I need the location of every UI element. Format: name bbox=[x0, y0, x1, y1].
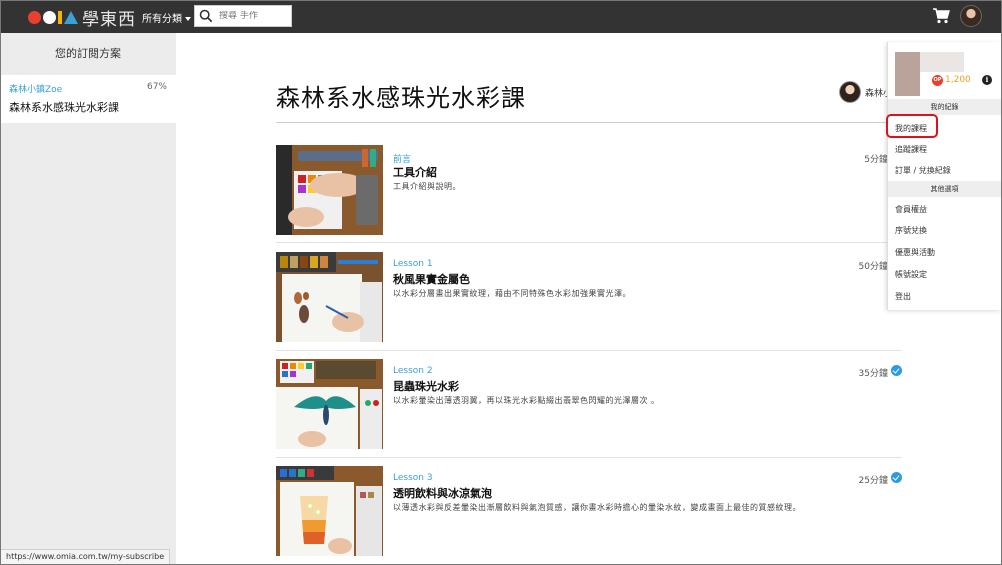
info-icon[interactable]: i bbox=[982, 75, 992, 85]
lesson-duration: 50分鐘 bbox=[858, 262, 888, 272]
lesson-name[interactable]: 工具介紹 bbox=[393, 164, 437, 180]
lesson-description: 工具介紹與說明。 bbox=[393, 182, 461, 191]
top-navbar: 學東西 所有分類 bbox=[0, 0, 1002, 33]
lesson-name[interactable]: 昆蟲珠光水彩 bbox=[393, 378, 459, 394]
lesson-thumbnail[interactable] bbox=[276, 359, 383, 449]
menu-item-promotions[interactable]: 優惠與活動 bbox=[895, 247, 935, 258]
lesson-description: 以薄透水彩與反差暈染出漸層飲料與氣泡質感，讓你畫水彩時擔心的暈染水紋，變成畫面上… bbox=[393, 503, 801, 512]
logo-triangle-blue bbox=[64, 10, 78, 24]
section-my-records: 我的紀錄 bbox=[888, 99, 1001, 115]
chevron-down-icon bbox=[185, 17, 191, 21]
lesson-duration: 25分鐘 bbox=[858, 476, 888, 486]
section-other-options: 其他選項 bbox=[888, 181, 1001, 197]
lesson-name[interactable]: 透明飲料與冰涼氣泡 bbox=[393, 485, 492, 501]
lesson-item[interactable]: 前言 工具介紹 工具介紹與說明。 5分鐘 bbox=[276, 145, 902, 252]
lesson-thumbnail[interactable] bbox=[276, 252, 383, 342]
cart-icon[interactable] bbox=[932, 8, 950, 24]
op-points-value: 1,200 bbox=[945, 75, 971, 85]
user-dropdown-menu: OP 1,200 i 我的紀錄 我的課程 追蹤課程 訂單 / 兌換紀錄 其他選項… bbox=[887, 42, 1001, 310]
subscription-course-name: 森林系水感珠光水彩課 bbox=[9, 101, 119, 114]
logo-text: 學東西 bbox=[82, 9, 136, 30]
categories-label: 所有分類 bbox=[142, 14, 182, 25]
title-divider bbox=[276, 122, 902, 123]
lesson-thumbnail[interactable] bbox=[276, 466, 383, 556]
lesson-description: 以水彩暈染出薄透羽翼，再以珠光水彩點綴出翡翠色閃耀的光澤層次 。 bbox=[393, 396, 660, 405]
categories-menu[interactable]: 所有分類 bbox=[142, 10, 191, 25]
logo-dot-red bbox=[28, 10, 41, 24]
lesson-thumbnail[interactable] bbox=[276, 145, 383, 235]
op-points-icon: OP bbox=[932, 75, 943, 86]
lesson-tag: Lesson 1 bbox=[393, 259, 433, 269]
lesson-item[interactable]: Lesson 2 昆蟲珠光水彩 以水彩暈染出薄透羽翼，再以珠光水彩點綴出翡翠色閃… bbox=[276, 359, 902, 466]
menu-item-account-settings[interactable]: 帳號設定 bbox=[895, 269, 927, 280]
lesson-tag: Lesson 2 bbox=[393, 366, 433, 376]
highlight-annotation bbox=[886, 114, 938, 138]
menu-item-followed-courses[interactable]: 追蹤課程 bbox=[895, 144, 927, 155]
omia-logo[interactable]: 學東西 bbox=[28, 6, 136, 30]
status-bar-url: https://www.omia.com.tw/my-subscribe bbox=[0, 549, 171, 565]
lesson-name[interactable]: 秋風果實金屬色 bbox=[393, 271, 470, 287]
search-icon bbox=[199, 9, 213, 23]
completed-check-icon bbox=[891, 472, 902, 483]
lesson-tag: Lesson 3 bbox=[393, 473, 433, 483]
user-avatar[interactable] bbox=[960, 5, 982, 27]
subscription-author[interactable]: 森林小鎮Zoe bbox=[9, 82, 167, 95]
lesson-item[interactable]: Lesson 1 秋風果實金屬色 以水彩分層畫出果實紋理，藉由不同特殊色水彩加強… bbox=[276, 252, 902, 359]
menu-item-orders[interactable]: 訂單 / 兌換紀錄 bbox=[895, 165, 951, 176]
lesson-item[interactable]: Lesson 3 透明飲料與冰涼氣泡 以薄透水彩與反差暈染出漸層飲料與氣泡質感，… bbox=[276, 466, 902, 565]
course-author[interactable]: 森林小 bbox=[839, 81, 892, 103]
search-box[interactable] bbox=[194, 5, 292, 27]
lesson-duration: 35分鐘 bbox=[858, 369, 888, 379]
author-avatar bbox=[839, 81, 861, 103]
profile-photo bbox=[895, 52, 920, 96]
menu-item-logout[interactable]: 登出 bbox=[895, 291, 911, 302]
sidebar-title: 您的訂閱方案 bbox=[55, 47, 121, 60]
subscription-progress: 67% bbox=[146, 82, 167, 92]
search-input[interactable] bbox=[219, 11, 289, 21]
profile-name-area bbox=[920, 52, 964, 72]
lesson-divider bbox=[276, 242, 902, 243]
logo-dot-white bbox=[43, 10, 56, 24]
lesson-duration: 5分鐘 bbox=[864, 155, 888, 165]
menu-item-member-benefits[interactable]: 會員權益 bbox=[895, 204, 927, 215]
logo-bar-yellow bbox=[58, 10, 62, 24]
lesson-description: 以水彩分層畫出果實紋理，藉由不同特殊色水彩加強果實光澤。 bbox=[393, 289, 631, 298]
subscription-item[interactable]: 森林小鎮Zoe 67% 森林系水感珠光水彩課 bbox=[0, 75, 176, 123]
lesson-divider bbox=[276, 457, 902, 458]
subscription-sidebar: 您的訂閱方案 森林小鎮Zoe 67% 森林系水感珠光水彩課 bbox=[0, 33, 176, 565]
page-title: 森林系水感珠光水彩課 bbox=[276, 84, 526, 112]
completed-check-icon bbox=[891, 365, 902, 376]
lesson-divider bbox=[276, 350, 902, 351]
menu-item-redeem-code[interactable]: 序號兌換 bbox=[895, 225, 927, 236]
